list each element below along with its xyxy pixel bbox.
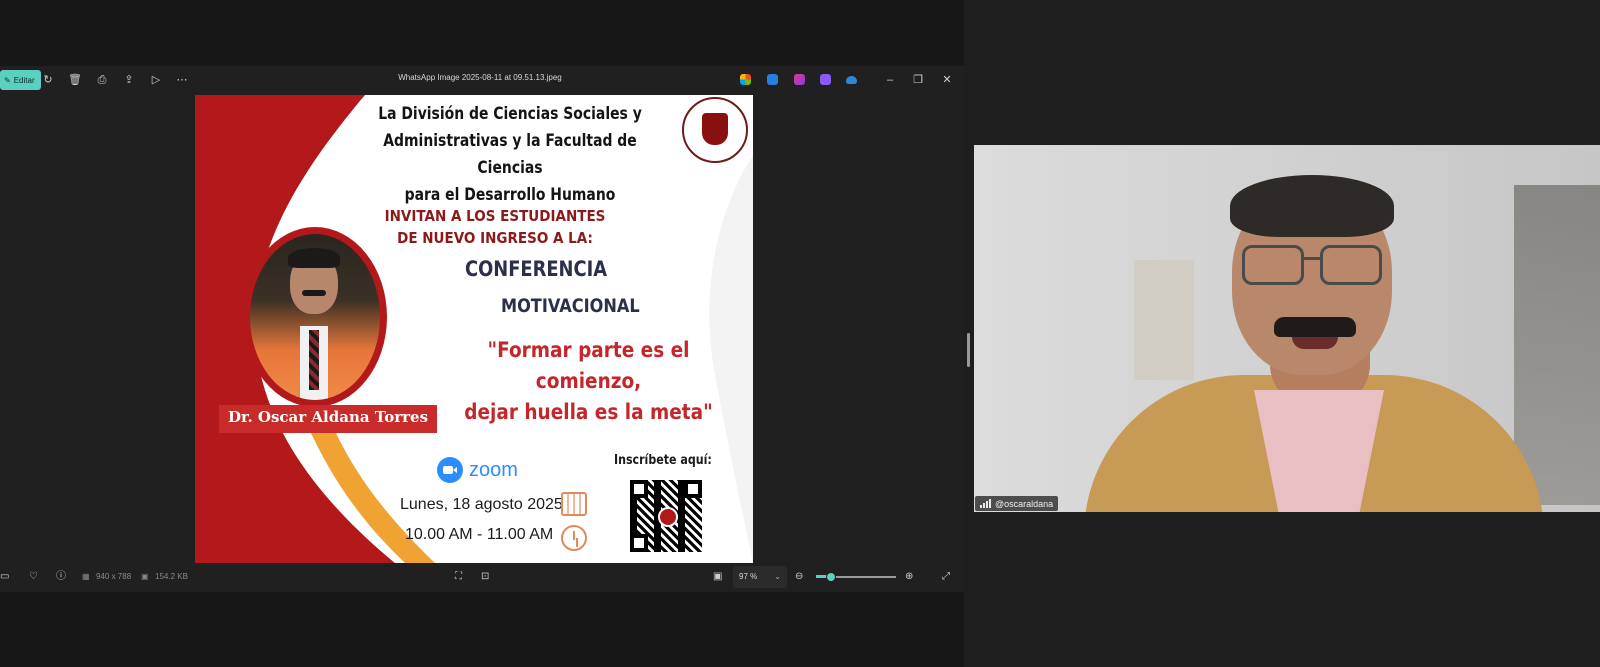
signal-bar-1 <box>980 505 982 508</box>
speaker-tie <box>309 330 319 390</box>
poster-heading: La División de Ciencias Sociales y Admin… <box>367 101 654 209</box>
fit-icon[interactable]: ▣ <box>713 570 722 584</box>
signal-bar-3 <box>986 501 988 508</box>
restore-button[interactable]: ❐ <box>910 72 926 88</box>
speaker-mustache <box>302 290 326 296</box>
edit-button[interactable]: ✎ Editar <box>0 70 41 90</box>
qr-center-logo <box>658 507 678 527</box>
background-frame <box>1134 260 1194 380</box>
fit-to-window-icon[interactable]: ⛶ <box>455 570 462 584</box>
poster-heading-line-1: La División de Ciencias Sociales y <box>378 104 642 124</box>
event-poster-image: La División de Ciencias Sociales y Admin… <box>195 95 753 563</box>
motto-line-1: "Formar parte es el comienzo, <box>487 338 690 393</box>
viewer-toolbar: ✎ Editar ↻ 🗑 ⎙ ⇪ ▷ ⋯ WhatsApp Image 2025… <box>0 66 964 94</box>
rotate-icon[interactable]: ↻ <box>40 72 56 88</box>
clock-icon <box>561 525 587 551</box>
invitation-line-1: INVITAN A LOS ESTUDIANTES <box>384 207 606 225</box>
onedrive-icon[interactable] <box>846 76 857 84</box>
university-seal-logo <box>682 97 748 163</box>
speaker-hair <box>288 248 340 268</box>
signal-strength-icon <box>980 499 991 508</box>
filmstrip-icon[interactable]: ▭ <box>0 570 9 584</box>
delete-icon[interactable]: 🗑 <box>67 72 83 88</box>
file-size: 154.2 KB <box>155 572 188 581</box>
filesize-icon: ▣ <box>141 572 149 581</box>
glasses-right-lens <box>1320 245 1382 285</box>
designer-icon[interactable] <box>767 74 778 85</box>
zoom-out-icon[interactable]: ⊖ <box>795 570 803 584</box>
invitation-line-2: DE NUEVO INGRESO A LA: <box>397 229 593 247</box>
speaker-photo <box>250 234 380 400</box>
zoom-wordmark: zoom <box>469 458 518 481</box>
minimize-button[interactable]: – <box>882 72 898 88</box>
panel-resize-handle[interactable] <box>967 333 970 367</box>
zoom-level-dropdown[interactable]: 97 % ⌄ <box>733 566 787 588</box>
qr-finder-top-right <box>684 480 702 498</box>
dimensions-icon: ▦ <box>82 572 90 581</box>
copilot-icon[interactable] <box>740 74 751 85</box>
motivational-word: MOTIVACIONAL <box>501 295 640 317</box>
seal-shield-icon <box>702 113 728 145</box>
background-shelf <box>1514 185 1600 505</box>
print-icon[interactable]: ⎙ <box>94 72 110 88</box>
fullscreen-icon[interactable]: ⤢ <box>942 570 950 584</box>
paint-icon[interactable] <box>820 74 831 85</box>
poster-heading-line-2: Administrativas y la Facultad de Ciencia… <box>383 131 637 178</box>
more-icon[interactable]: ⋯ <box>174 72 190 88</box>
participant-video-tile[interactable] <box>974 145 1600 512</box>
calendar-icon <box>561 492 587 516</box>
slideshow-icon[interactable]: ▷ <box>148 72 164 88</box>
zoom-slider-thumb[interactable] <box>826 572 836 582</box>
motto-line-2: dejar huella es la meta" <box>464 400 713 424</box>
zoom-camera-lens <box>453 467 457 473</box>
signal-bar-4 <box>989 499 991 508</box>
favorite-icon[interactable]: ♡ <box>29 570 38 584</box>
clipchamp-icon[interactable] <box>794 74 805 85</box>
participant-mustache <box>1274 317 1356 337</box>
participant-name-tag: @oscaraldana <box>975 496 1059 511</box>
actual-size-icon[interactable]: ⊡ <box>481 570 489 584</box>
participant-mouth <box>1292 337 1338 349</box>
qr-finder-bottom-left <box>630 534 648 552</box>
zoom-camera-body <box>443 466 453 474</box>
qr-finder-top-left <box>630 480 648 498</box>
invitation-text: INVITAN A LOS ESTUDIANTES DE NUEVO INGRE… <box>360 205 630 249</box>
register-label: Inscríbete aquí: <box>614 453 712 468</box>
glasses-bridge <box>1302 257 1322 260</box>
chevron-down-icon: ⌄ <box>774 572 781 581</box>
participant-name: @oscaraldana <box>995 498 1054 509</box>
zoom-camera-icon <box>437 457 463 483</box>
close-button[interactable]: ✕ <box>939 72 955 88</box>
glasses-left-lens <box>1242 245 1304 285</box>
event-date: Lunes, 18 agosto 2025 <box>400 496 563 513</box>
signal-bar-2 <box>983 503 985 508</box>
participant-hair <box>1230 175 1394 237</box>
file-title: WhatsApp Image 2025-08-11 at 09.51.13.jp… <box>398 73 562 82</box>
image-dimensions: 940 x 788 <box>96 572 132 581</box>
edit-icon: ✎ <box>4 75 11 85</box>
zoom-logo: zoom <box>437 457 518 483</box>
speaker-name: Dr. Oscar Aldana Torres <box>227 408 429 426</box>
zoom-in-icon[interactable]: ⊕ <box>905 570 913 584</box>
edit-label: Editar <box>13 75 35 85</box>
info-icon[interactable]: ⓘ <box>56 570 66 584</box>
share-icon[interactable]: ⇪ <box>121 72 137 88</box>
viewer-status-bar: ▭ ♡ ⓘ ▦ 940 x 788 ▣ 154.2 KB ⛶ ⊡ ▣ 97 % … <box>0 562 964 592</box>
conference-word: CONFERENCIA <box>465 257 608 281</box>
motto-quote: "Formar parte es el comienzo, dejar huel… <box>450 335 727 428</box>
zoom-level-value: 97 % <box>739 572 758 581</box>
event-time: 10.00 AM - 11.00 AM <box>405 526 554 543</box>
